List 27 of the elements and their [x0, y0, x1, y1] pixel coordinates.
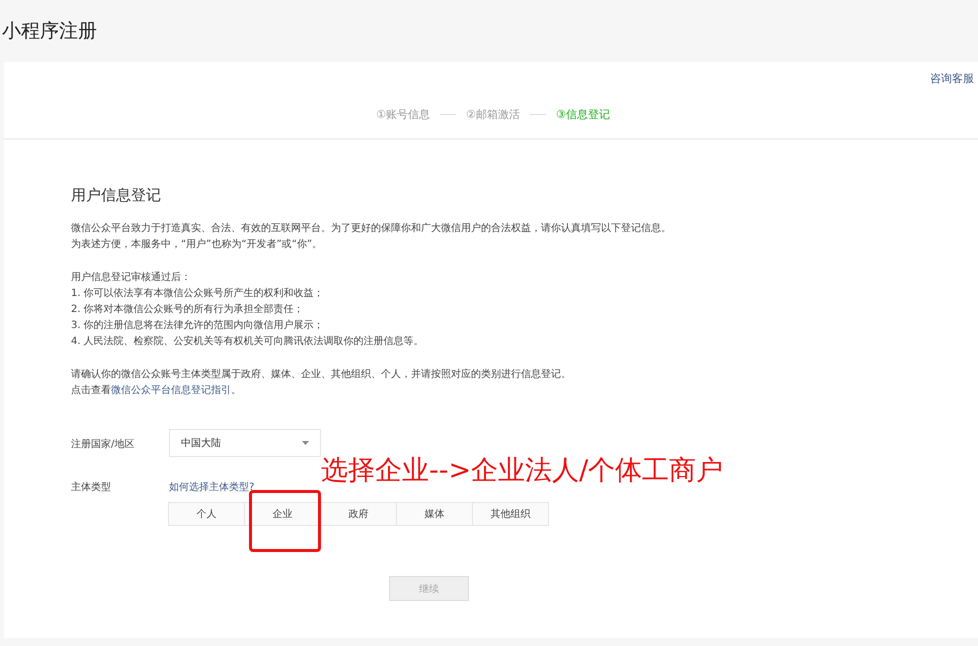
intro-text: 微信公众平台致力于打造真实、合法、有效的互联网平台。为了更好的保障你和广大微信用户的合法权益，请你认真填写以下登记信息。 [71, 222, 672, 236]
annotation-text: 选择企业-->企业法人/个体工商户 [321, 456, 724, 486]
confirm-text: 请确认你的微信公众账号主体类型属于政府、媒体、企业、其他组织、个人，并请按照对应的类别进行信息登记。 [71, 368, 572, 382]
region-dropdown[interactable]: 中国大陆 [169, 429, 321, 457]
intro-text: 为表述方便，本服务中，“用户”也称为“开发者”或“你”。 [71, 238, 324, 252]
type-option[interactable]: 媒体 [396, 502, 473, 526]
review-text: 4. 人民法院、检察院、公安机关等有权机关可向腾讯依法调取你的注册信息等。 [71, 334, 425, 349]
section-title: 用户信息登记 [71, 186, 162, 205]
step-item: ③信息登记 [556, 107, 610, 122]
field-label: 主体类型 [71, 480, 112, 495]
type-option[interactable]: 个人 [168, 502, 245, 526]
step-item: ②邮箱激活 [466, 107, 520, 122]
type-option[interactable]: 企业 [244, 502, 321, 526]
review-text: 用户信息登记审核通过后： [71, 270, 192, 285]
type-option[interactable]: 其他组织 [472, 502, 549, 526]
customer-service-link[interactable]: 咨询客服 [930, 71, 974, 86]
review-text: 3. 你的注册信息将在法律允许的范围内向微信用户展示； [71, 318, 325, 333]
guide-text: 点击查看微信公众平台信息登记指引。 [71, 384, 242, 398]
field-label: 注册国家/地区 [71, 438, 136, 452]
page-title: 小程序注册 [2, 19, 97, 44]
type-option[interactable]: 政府 [320, 502, 397, 526]
review-text: 1. 你可以依法享有本微信公众账号所产生的权利和收益； [71, 286, 325, 301]
review-text: 2. 你将对本微信公众账号的所有行为承担全部责任； [71, 302, 305, 317]
caret-icon [302, 441, 309, 445]
guide-link[interactable]: 微信公众平台信息登记指引 [111, 385, 231, 396]
help-link[interactable]: 如何选择主体类型? [169, 480, 254, 494]
step-item: ①账号信息 [376, 107, 430, 122]
